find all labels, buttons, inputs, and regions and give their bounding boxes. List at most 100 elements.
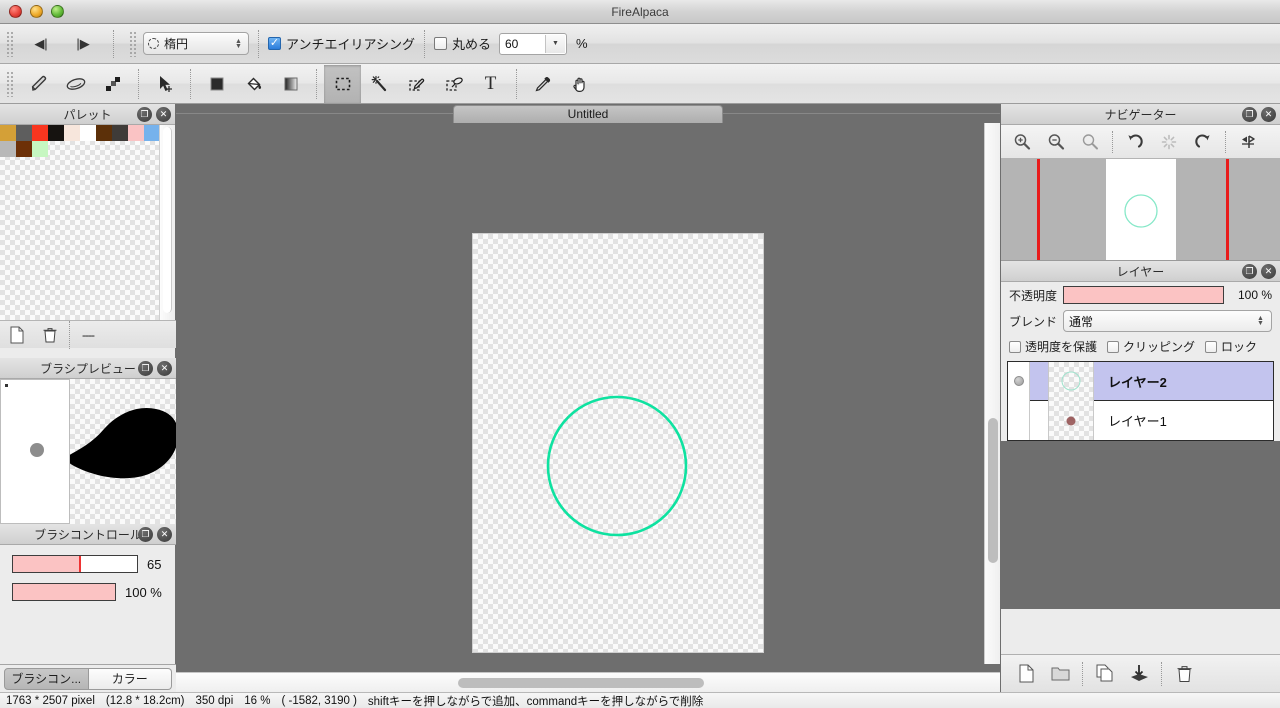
canvas-viewport[interactable] (176, 123, 984, 664)
palette-swatch[interactable] (80, 125, 96, 141)
layer-opacity-row: 不透明度 100 % (1009, 286, 1272, 304)
tool-option-bar: ◀| |▶ 楕円 ▲▼ アンチエイリアシング 丸める 60 ▼ % (0, 24, 1280, 64)
layer-row[interactable]: レイヤー1 (1008, 401, 1273, 440)
tab-brush-control[interactable]: ブラシコン... (4, 667, 89, 690)
bucket-tool[interactable] (235, 65, 272, 103)
new-layer-icon[interactable] (1009, 656, 1043, 692)
magic-wand-tool[interactable] (361, 65, 398, 103)
palette-swatch[interactable] (32, 125, 48, 141)
eyedropper-tool[interactable] (524, 65, 561, 103)
chevron-down-icon[interactable]: ▼ (544, 34, 565, 53)
gradient-tool[interactable] (272, 65, 309, 103)
palette-panel-title: パレット (63, 107, 112, 122)
palette-swatch[interactable] (48, 125, 64, 141)
layer-collapse-icon[interactable]: ❐ (1242, 264, 1257, 279)
antialias-checkbox[interactable] (268, 37, 281, 50)
document-tab[interactable]: Untitled (453, 104, 723, 123)
round-value-input[interactable]: 60 ▼ (498, 32, 567, 55)
layer-row[interactable]: レイヤー2 (1008, 361, 1273, 401)
palette-swatch[interactable] (16, 125, 32, 141)
nav-next-button[interactable]: |▶ (62, 31, 104, 57)
select-eraser-tool[interactable] (435, 65, 472, 103)
navigator-close-icon[interactable]: ✕ (1261, 107, 1276, 122)
palette-more-label[interactable]: ---- (76, 328, 95, 342)
palette-swatch[interactable] (0, 125, 16, 141)
palette-swatch[interactable] (64, 125, 80, 141)
brush-control-close-icon[interactable]: ✕ (157, 527, 172, 542)
brush-size-slider[interactable] (12, 555, 138, 573)
new-file-icon[interactable] (0, 326, 33, 344)
navigator-collapse-icon[interactable]: ❐ (1242, 107, 1257, 122)
layer-opacity-value: 100 % (1237, 288, 1272, 302)
layer-name[interactable]: レイヤー1 (1094, 411, 1273, 430)
palette-swatches[interactable] (0, 125, 160, 157)
merge-layer-icon[interactable] (1122, 656, 1156, 692)
brush-preview-collapse-icon[interactable]: ❐ (138, 361, 153, 376)
zoom-in-icon[interactable] (1005, 126, 1039, 158)
layer-blend-select[interactable]: 通常 ▲ ▼ (1063, 310, 1272, 332)
shape-select[interactable]: 楕円 ▲ ▼ (143, 32, 249, 55)
zoom-reset-icon[interactable] (1073, 126, 1107, 158)
rotate-right-icon[interactable] (1186, 126, 1220, 158)
palette-swatch[interactable] (16, 141, 32, 157)
layer-opacity-slider[interactable] (1063, 286, 1224, 304)
tab-color[interactable]: カラー (88, 667, 172, 690)
lock-checkbox[interactable] (1205, 340, 1218, 353)
palette-scrollbar[interactable] (159, 125, 175, 320)
select-pen-tool[interactable] (398, 65, 435, 103)
move-tool[interactable] (146, 65, 183, 103)
palette-swatch[interactable] (0, 141, 16, 157)
brush-control-collapse-icon[interactable]: ❐ (138, 527, 153, 542)
new-folder-icon[interactable] (1043, 656, 1077, 692)
lock-checkbox-row[interactable]: ロック (1205, 338, 1257, 355)
pencil-tool[interactable] (20, 65, 57, 103)
left-dock-tabs: ブラシコン... カラー (0, 664, 176, 692)
protect-alpha-checkbox-row[interactable]: 透明度を保護 (1009, 338, 1097, 355)
palette-swatch[interactable] (128, 125, 144, 141)
canvas-vertical-scrollbar[interactable] (984, 123, 1000, 664)
navigator-guide-right (1226, 159, 1229, 260)
layer-name[interactable]: レイヤー2 (1094, 372, 1273, 391)
layer-list[interactable]: レイヤー2 レイヤー1 (1007, 361, 1274, 441)
palette-swatch[interactable] (112, 125, 128, 141)
rotate-reset-icon[interactable] (1152, 126, 1186, 158)
palette-collapse-icon[interactable]: ❐ (137, 107, 152, 122)
brush-opacity-slider[interactable] (12, 583, 116, 601)
palette-swatch[interactable] (144, 125, 160, 141)
canvas-paper[interactable] (472, 233, 764, 653)
clipping-checkbox-row[interactable]: クリッピング (1107, 338, 1195, 355)
hand-tool[interactable] (561, 65, 598, 103)
layer-visibility-toggle[interactable] (1008, 361, 1030, 401)
canvas-horizontal-scrollbar[interactable] (176, 672, 1000, 692)
brush-preview-panel-title: ブラシプレビュー (40, 361, 136, 376)
round-checkbox-row[interactable]: 丸める (433, 34, 491, 53)
round-value: 60 (504, 36, 519, 51)
palette-swatch[interactable] (32, 141, 48, 157)
layer-flags-row: 透明度を保護 クリッピング ロック (1009, 338, 1272, 355)
clipping-checkbox[interactable] (1107, 340, 1120, 353)
blur-tool[interactable] (94, 65, 131, 103)
antialias-checkbox-row[interactable]: アンチエイリアシング (268, 34, 415, 53)
divider (423, 29, 425, 58)
trash-icon[interactable] (33, 326, 66, 344)
nav-prev-button[interactable]: ◀| (20, 31, 62, 57)
layer-close-icon[interactable]: ✕ (1261, 264, 1276, 279)
brush-preview-close-icon[interactable]: ✕ (157, 361, 172, 376)
layer-visibility-toggle[interactable] (1008, 401, 1030, 440)
zoom-out-icon[interactable] (1039, 126, 1073, 158)
rotate-left-icon[interactable] (1118, 126, 1152, 158)
duplicate-layer-icon[interactable] (1088, 656, 1122, 692)
select-tool[interactable] (324, 64, 361, 103)
palette-swatch[interactable] (96, 125, 112, 141)
navigator-preview[interactable] (1001, 159, 1280, 261)
text-tool[interactable]: T (472, 65, 509, 103)
palette-swatch-area[interactable] (0, 125, 160, 320)
eraser-tool[interactable] (57, 65, 94, 103)
fill-tool[interactable] (198, 65, 235, 103)
palette-close-icon[interactable]: ✕ (156, 107, 171, 122)
delete-layer-icon[interactable] (1167, 656, 1201, 692)
flip-horizontal-icon[interactable] (1231, 126, 1265, 158)
navigator-page (1106, 159, 1176, 260)
protect-alpha-checkbox[interactable] (1009, 340, 1021, 353)
round-checkbox[interactable] (433, 37, 447, 50)
